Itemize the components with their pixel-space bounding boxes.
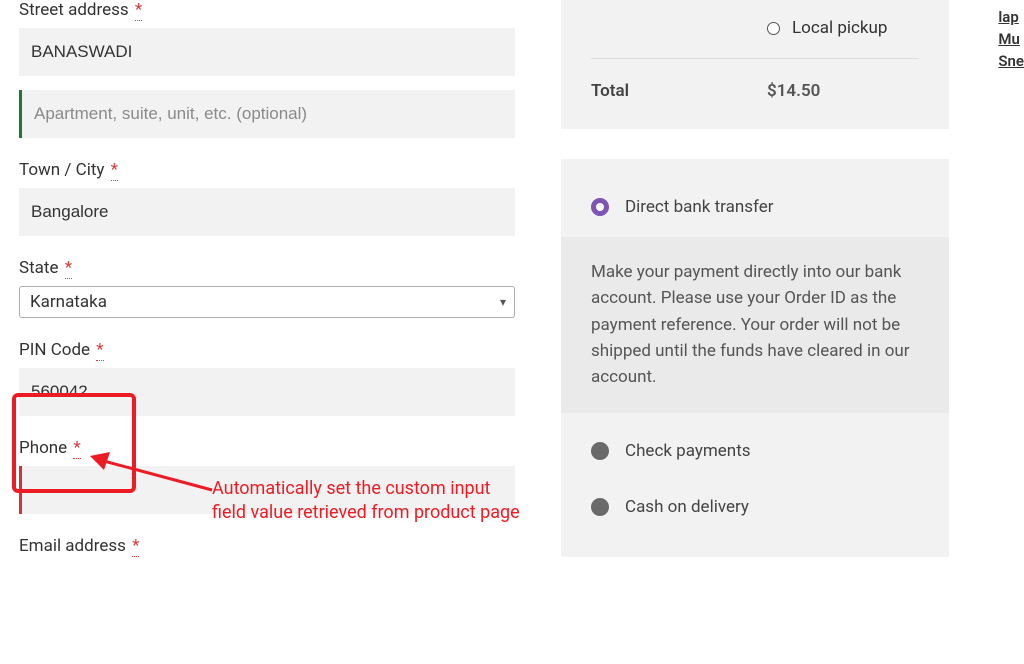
required-mark: *	[96, 340, 103, 361]
payment-methods: Direct bank transfer Make your payment d…	[561, 159, 949, 557]
payment-option-cheque[interactable]: Check payments	[561, 427, 949, 475]
side-link-1[interactable]: Mu	[998, 30, 1024, 48]
chevron-down-icon: ▾	[500, 295, 506, 309]
order-total-label: Total	[591, 81, 767, 101]
field-email: Email address *	[19, 536, 515, 556]
payment-option-bacs[interactable]: Direct bank transfer	[561, 183, 949, 231]
radio-icon	[591, 498, 609, 516]
payment-option-label: Cash on delivery	[625, 497, 749, 517]
label-phone: Phone *	[19, 438, 515, 458]
required-mark: *	[135, 0, 142, 21]
shipping-option-local-pickup[interactable]: Local pickup	[767, 18, 919, 38]
sidebar-links: lap Mu Sne	[998, 8, 1024, 74]
payment-bacs-description: Make your payment directly into our bank…	[561, 237, 949, 413]
field-pin: PIN Code *	[19, 340, 515, 416]
side-link-2[interactable]: Sne	[998, 52, 1024, 70]
input-pin[interactable]	[19, 368, 515, 416]
input-city[interactable]	[19, 188, 515, 236]
field-city: Town / City *	[19, 160, 515, 236]
required-mark: *	[73, 438, 80, 459]
label-email-text: Email address	[19, 536, 126, 556]
label-state: State *	[19, 258, 515, 278]
label-street: Street address *	[19, 0, 515, 20]
label-street-text: Street address	[19, 0, 129, 20]
label-pin-text: PIN Code	[19, 340, 90, 360]
label-email: Email address *	[19, 536, 515, 556]
payment-option-label: Direct bank transfer	[625, 197, 773, 217]
order-total-row: Total $14.50	[591, 59, 919, 101]
radio-selected-icon	[591, 198, 609, 216]
required-mark: *	[65, 258, 72, 279]
payment-option-cod[interactable]: Cash on delivery	[561, 475, 949, 531]
order-column: Local pickup Total $14.50 Direct bank tr…	[561, 0, 949, 557]
order-summary: Local pickup Total $14.50	[561, 0, 949, 129]
select-state[interactable]: Karnataka ▾	[19, 286, 515, 318]
payment-option-label: Check payments	[625, 441, 751, 461]
order-total-value: $14.50	[767, 81, 820, 101]
side-link-0[interactable]: lap	[998, 8, 1024, 26]
field-state: State * Karnataka ▾	[19, 258, 515, 318]
radio-icon	[591, 442, 609, 460]
required-mark: *	[132, 536, 139, 557]
radio-icon	[767, 22, 780, 35]
input-street[interactable]	[19, 28, 515, 76]
label-phone-text: Phone	[19, 438, 67, 458]
required-mark: *	[111, 160, 118, 181]
select-state-value: Karnataka	[20, 287, 514, 317]
shipping-options: Local pickup	[591, 0, 919, 38]
label-pin: PIN Code *	[19, 340, 515, 360]
label-state-text: State	[19, 258, 58, 278]
label-city-text: Town / City	[19, 160, 104, 180]
field-street: Street address *	[19, 0, 515, 138]
input-apartment[interactable]	[19, 90, 515, 138]
shipping-option-label: Local pickup	[792, 18, 887, 38]
label-city: Town / City *	[19, 160, 515, 180]
annotation-text: Automatically set the custom input field…	[212, 477, 522, 526]
